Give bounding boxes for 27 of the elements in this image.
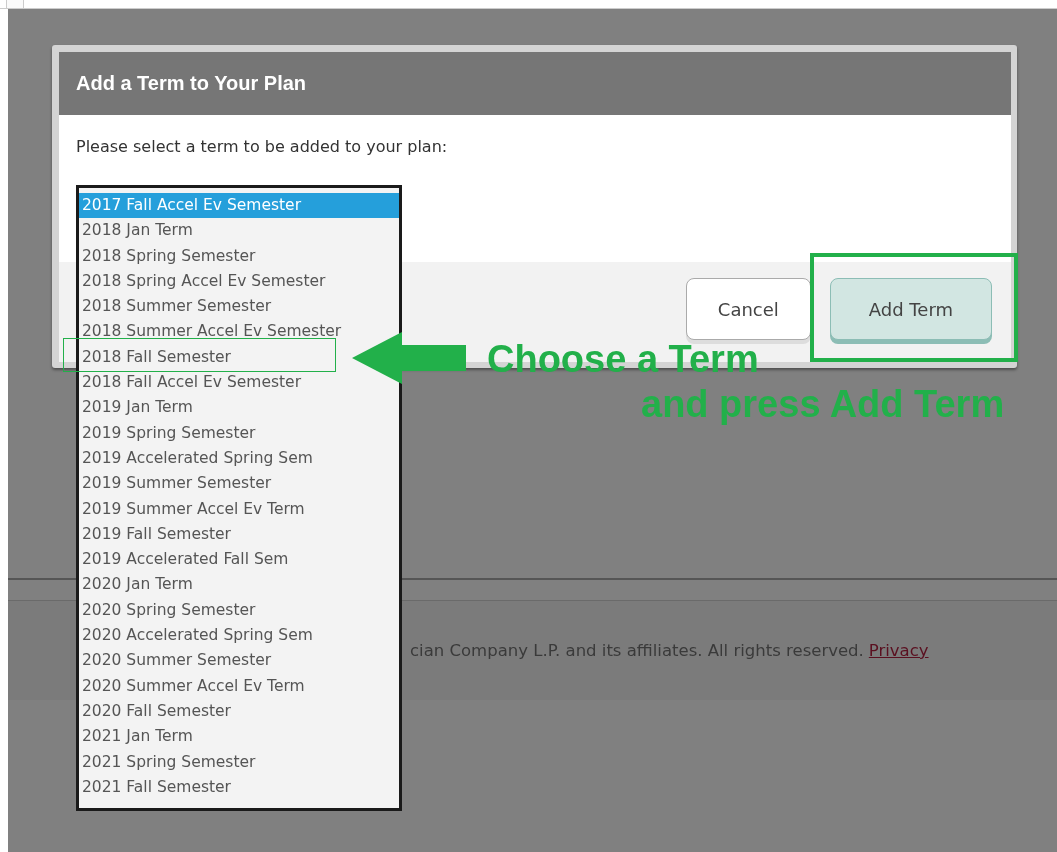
term-option[interactable]: 2019 Accelerated Spring Sem <box>79 445 317 472</box>
annotation-text: and press Add Term <box>641 385 1005 423</box>
term-option[interactable]: 2020 Summer Accel Ev Term <box>79 673 309 699</box>
term-option[interactable]: 2018 Fall Accel Ev Semester <box>79 370 305 396</box>
term-option[interactable]: 2019 Fall Semester <box>79 521 235 548</box>
term-option[interactable]: 2020 Summer Semester <box>79 648 276 674</box>
term-option[interactable]: 2021 Spring Semester <box>79 749 260 775</box>
copyright-text: cian Company L.P. and its affiliates. All rights reserved. <box>410 641 864 660</box>
term-option[interactable]: 2018 Jan Term <box>79 218 197 244</box>
term-option[interactable]: 2018 Spring Semester <box>79 243 260 269</box>
term-option[interactable]: 2018 Summer Semester <box>79 294 276 320</box>
dialog-title: Add a Term to Your Plan <box>76 72 307 95</box>
term-option[interactable]: 2020 Jan Term <box>79 572 197 598</box>
term-option[interactable]: 2019 Accelerated Fall Sem <box>79 547 293 573</box>
prompt-text: Please select a term to be added to your plan: <box>76 137 449 156</box>
term-option[interactable]: 2021 Fall Semester <box>79 774 235 801</box>
term-option[interactable]: 2021 Jan Term <box>79 724 197 750</box>
term-option[interactable]: 2020 Spring Semester <box>79 597 260 624</box>
term-option[interactable]: 2018 Spring Accel Ev Semester <box>79 268 330 295</box>
term-option[interactable]: 2020 Accelerated Spring Sem <box>79 623 317 649</box>
term-option[interactable]: 2019 Jan Term <box>79 395 197 421</box>
term-option[interactable]: 2019 Summer Accel Ev Term <box>79 496 309 522</box>
term-option[interactable]: 2019 Summer Semester <box>79 471 276 497</box>
term-option[interactable]: 2020 Fall Semester <box>79 698 235 725</box>
term-option[interactable]: 2018 Summer Accel Ev Semester <box>79 319 346 345</box>
term-option[interactable]: 2018 Fall Semester <box>79 344 235 371</box>
term-option[interactable]: 2019 Spring Semester <box>79 420 260 446</box>
